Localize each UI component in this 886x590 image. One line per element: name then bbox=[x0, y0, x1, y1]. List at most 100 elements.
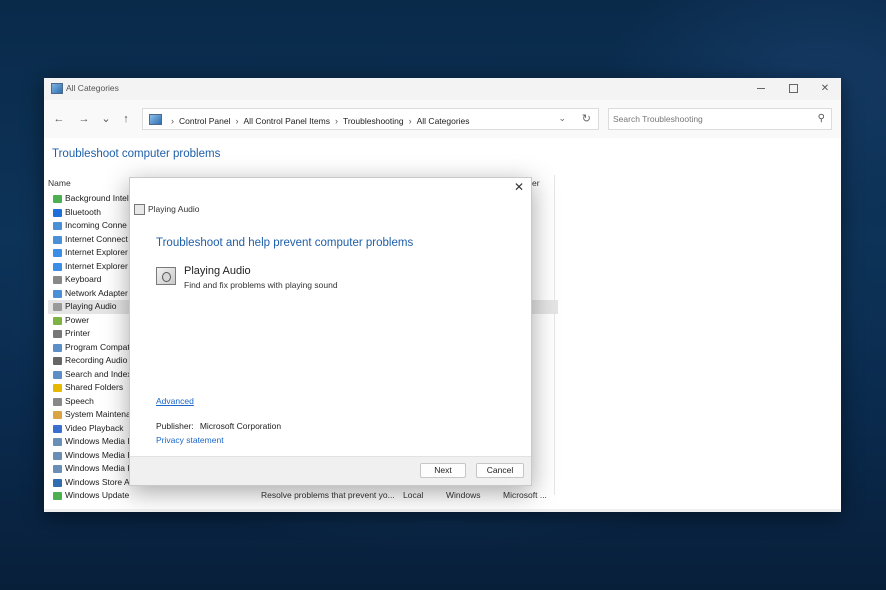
search-placeholder: Search Troubleshooting bbox=[613, 114, 703, 124]
back-button[interactable]: ← bbox=[52, 112, 66, 126]
column-header-name[interactable]: Name bbox=[48, 178, 71, 188]
close-icon: ✕ bbox=[820, 83, 830, 94]
search-input[interactable]: Search Troubleshooting ⚲ bbox=[608, 108, 832, 130]
forward-button[interactable]: → bbox=[77, 112, 91, 126]
dialog-heading: Troubleshoot and help prevent computer p… bbox=[156, 237, 414, 249]
item-name: Windows Update bbox=[65, 490, 130, 500]
item-name: Video Playback bbox=[65, 422, 124, 433]
up-button[interactable]: ↑ bbox=[119, 112, 133, 126]
troubleshooter-icon bbox=[53, 438, 62, 446]
control-panel-icon bbox=[149, 114, 162, 125]
page-title: Troubleshoot computer problems bbox=[52, 148, 221, 160]
arrow-right-icon: → bbox=[78, 113, 90, 125]
address-dropdown-button[interactable]: ⌄ bbox=[558, 113, 566, 124]
troubleshooter-icon bbox=[53, 384, 62, 392]
breadcrumb-all-items[interactable]: All Control Panel Items bbox=[244, 116, 330, 126]
item-name: Speech bbox=[65, 395, 94, 406]
troubleshooter-icon bbox=[53, 249, 62, 257]
item-name: Windows Media I bbox=[65, 436, 130, 446]
item-publisher: Microsoft ... bbox=[503, 490, 547, 500]
troubleshooter-icon bbox=[53, 222, 62, 230]
breadcrumb-troubleshooting[interactable]: Troubleshooting bbox=[343, 116, 404, 126]
publisher-info: Publisher: Microsoft Corporation bbox=[156, 421, 281, 431]
troubleshooter-dialog: ✕ Playing Audio Troubleshoot and help pr… bbox=[129, 177, 532, 486]
troubleshooter-icon bbox=[53, 303, 62, 311]
item-name: System Maintena bbox=[65, 409, 131, 419]
chevron-down-icon: ⌄ bbox=[558, 113, 566, 123]
publisher-value: Microsoft Corporation bbox=[199, 421, 282, 431]
breadcrumb-all-categories[interactable]: All Categories bbox=[417, 116, 470, 126]
navigation-bar: ← → ⌄ ↑ › Control Panel › All Control Panel… bbox=[44, 100, 841, 138]
item-location: Local bbox=[403, 490, 424, 500]
dialog-close-button[interactable]: ✕ bbox=[512, 180, 526, 194]
search-icon: ⚲ bbox=[817, 113, 825, 124]
close-button[interactable]: ✕ bbox=[809, 78, 841, 100]
troubleshooter-icon bbox=[53, 492, 62, 500]
next-button[interactable]: Next bbox=[420, 463, 466, 478]
minimize-icon bbox=[757, 87, 765, 89]
window-title: All Categories bbox=[66, 83, 119, 93]
dialog-title: Playing Audio bbox=[148, 204, 200, 214]
troubleshooter-icon bbox=[53, 208, 62, 217]
maximize-button[interactable] bbox=[777, 78, 809, 100]
breadcrumb-control-panel[interactable]: Control Panel bbox=[179, 116, 231, 126]
address-bar[interactable]: › Control Panel › All Control Panel Items › T… bbox=[142, 108, 599, 130]
arrow-up-icon: ↑ bbox=[123, 113, 129, 125]
item-name: Windows Media I bbox=[65, 449, 130, 460]
breadcrumb: › Control Panel › All Control Panel Items › T… bbox=[149, 114, 470, 126]
item-description: Resolve problems that prevent yo... bbox=[261, 490, 395, 500]
troubleshooter-icon bbox=[53, 235, 62, 244]
troubleshooter-icon bbox=[53, 397, 62, 406]
horizontal-scrollbar[interactable] bbox=[44, 509, 841, 512]
item-name: Shared Folders bbox=[65, 382, 124, 392]
item-name: Incoming Conne bbox=[65, 220, 127, 230]
troubleshooter-icon bbox=[53, 289, 62, 298]
troubleshooter-icon bbox=[53, 478, 62, 487]
item-name: Internet Explorer bbox=[65, 260, 128, 271]
troubleshooter-icon bbox=[53, 424, 62, 433]
chevron-right-icon: › bbox=[235, 116, 239, 126]
close-icon: ✕ bbox=[513, 180, 525, 194]
item-name: Internet Connect bbox=[65, 233, 128, 244]
troubleshooter-icon bbox=[53, 357, 62, 365]
troubleshooter-name: Playing Audio bbox=[184, 265, 251, 277]
item-name: Recording Audio bbox=[65, 355, 128, 365]
advanced-link[interactable]: Advanced bbox=[156, 396, 194, 406]
refresh-button[interactable]: ↻ bbox=[582, 112, 591, 125]
item-name: Power bbox=[65, 314, 90, 325]
publisher-label: Publisher: bbox=[156, 421, 194, 431]
chevron-right-icon: › bbox=[334, 116, 338, 126]
chevron-right-icon: › bbox=[408, 116, 412, 126]
item-name: Windows Media I bbox=[65, 463, 130, 473]
item-category: Windows bbox=[446, 490, 481, 500]
item-name: Keyboard bbox=[65, 274, 102, 284]
speaker-icon bbox=[156, 267, 176, 285]
recent-locations-button[interactable]: ⌄ bbox=[99, 112, 113, 126]
list-item[interactable]: Windows Update Resolve problems that prev… bbox=[48, 489, 558, 503]
troubleshooter-icon bbox=[53, 451, 62, 460]
refresh-icon: ↻ bbox=[581, 113, 591, 125]
troubleshooter-icon bbox=[53, 330, 62, 338]
dialog-footer: Next Cancel bbox=[130, 456, 531, 485]
item-name: Windows Store A bbox=[65, 476, 130, 487]
maximize-icon bbox=[788, 83, 798, 93]
troubleshooter-icon bbox=[53, 465, 62, 473]
item-name: Printer bbox=[65, 328, 91, 338]
privacy-statement-link[interactable]: Privacy statement bbox=[156, 435, 224, 445]
troubleshooter-description: Find and fix problems with playing sound bbox=[184, 280, 338, 290]
item-name: Search and Index bbox=[65, 368, 132, 379]
item-name: Program Compat bbox=[65, 341, 130, 352]
troubleshooter-icon bbox=[53, 195, 62, 203]
troubleshooter-icon bbox=[53, 411, 62, 419]
item-name: Background Intel bbox=[65, 193, 129, 203]
troubleshooter-icon bbox=[53, 316, 62, 325]
troubleshooter-icon bbox=[53, 343, 62, 352]
troubleshooter-icon bbox=[53, 370, 62, 379]
cancel-button[interactable]: Cancel bbox=[476, 463, 524, 478]
troubleshooter-icon bbox=[134, 204, 145, 215]
title-bar: All Categories ✕ bbox=[44, 78, 841, 100]
column-header-publisher[interactable]: er bbox=[532, 178, 540, 188]
arrow-left-icon: ← bbox=[53, 113, 65, 125]
minimize-button[interactable] bbox=[745, 78, 777, 100]
chevron-right-icon: › bbox=[171, 116, 174, 126]
